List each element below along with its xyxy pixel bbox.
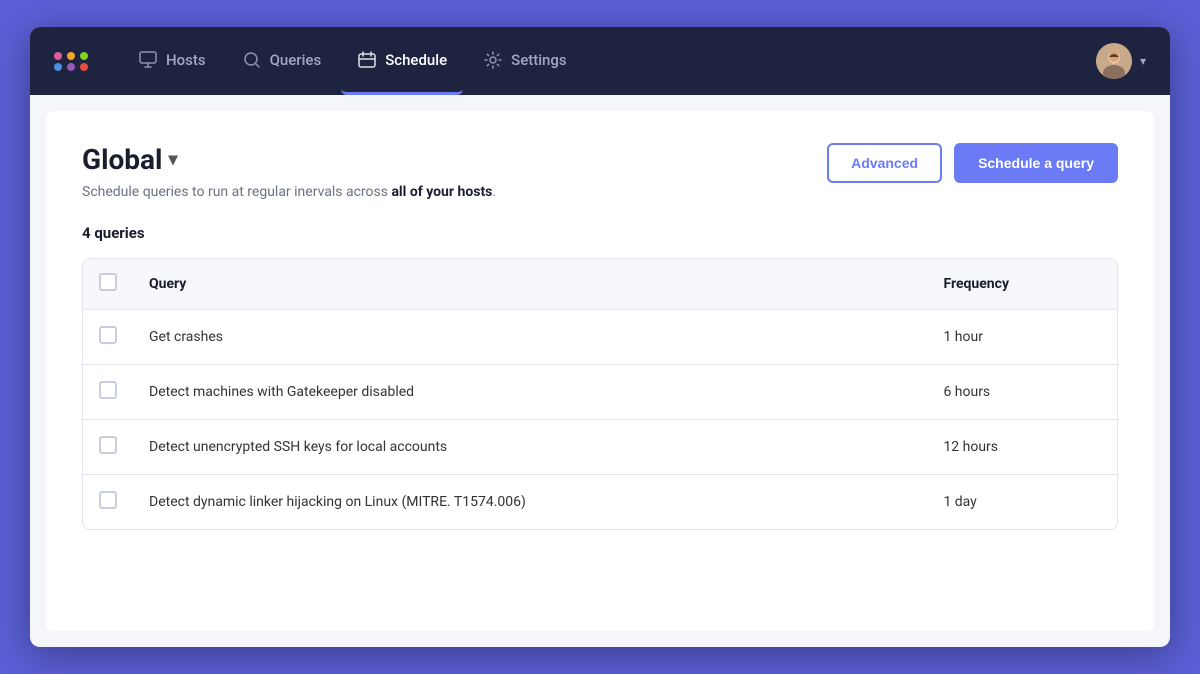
queries-count: 4 queries	[82, 224, 1118, 242]
row-checkbox-cell	[83, 475, 133, 530]
title-chevron-icon: ▾	[168, 149, 177, 170]
row-checkbox[interactable]	[99, 381, 117, 399]
table-header-row: Query Frequency	[83, 259, 1117, 310]
subtitle-prefix: Schedule queries to run at regular inerv…	[82, 184, 391, 200]
row-checkbox[interactable]	[99, 326, 117, 344]
avatar-image	[1096, 43, 1132, 79]
row-checkbox[interactable]	[99, 491, 117, 509]
queries-table-container: Query Frequency Get crashes 1 hour Detec…	[82, 258, 1118, 530]
nav-right: ▾	[1096, 43, 1146, 79]
col-checkbox-header	[83, 259, 133, 310]
nav-label-settings: Settings	[511, 51, 567, 69]
col-query-header: Query	[133, 259, 927, 310]
nav-item-settings[interactable]: Settings	[467, 27, 583, 95]
nav-label-queries: Queries	[270, 51, 322, 69]
page-title-text: Global	[82, 143, 162, 176]
navbar: Hosts Queries Schedule	[30, 27, 1170, 95]
row-frequency: 12 hours	[927, 420, 1117, 475]
nav-item-schedule[interactable]: Schedule	[341, 27, 463, 95]
hosts-icon	[138, 50, 158, 70]
main-content: Global ▾ Schedule queries to run at regu…	[46, 111, 1154, 631]
page-title-group: Global ▾ Schedule queries to run at regu…	[82, 143, 496, 200]
row-frequency: 1 hour	[927, 310, 1117, 365]
settings-icon	[483, 50, 503, 70]
schedule-query-button[interactable]: Schedule a query	[954, 143, 1118, 183]
row-checkbox-cell	[83, 310, 133, 365]
subtitle-bold: all of your hosts	[391, 184, 492, 200]
row-query-name[interactable]: Detect unencrypted SSH keys for local ac…	[133, 420, 927, 475]
logo-dot-2	[67, 52, 75, 60]
row-checkbox-cell	[83, 365, 133, 420]
table-body: Get crashes 1 hour Detect machines with …	[83, 310, 1117, 530]
col-frequency-header: Frequency	[927, 259, 1117, 310]
table-row: Get crashes 1 hour	[83, 310, 1117, 365]
advanced-button[interactable]: Advanced	[827, 143, 942, 183]
avatar[interactable]	[1096, 43, 1132, 79]
table-row: Detect unencrypted SSH keys for local ac…	[83, 420, 1117, 475]
header-actions: Advanced Schedule a query	[827, 143, 1118, 183]
nav-label-hosts: Hosts	[166, 51, 206, 69]
logo-dot-3	[80, 52, 88, 60]
table-row: Detect dynamic linker hijacking on Linux…	[83, 475, 1117, 530]
queries-table: Query Frequency Get crashes 1 hour Detec…	[83, 259, 1117, 529]
subtitle-suffix: .	[492, 184, 496, 200]
table-row: Detect machines with Gatekeeper disabled…	[83, 365, 1117, 420]
nav-label-schedule: Schedule	[385, 51, 447, 69]
row-query-name[interactable]: Detect machines with Gatekeeper disabled	[133, 365, 927, 420]
row-checkbox-cell	[83, 420, 133, 475]
logo-dot-6	[80, 63, 88, 71]
select-all-checkbox[interactable]	[99, 273, 117, 291]
nav-items: Hosts Queries Schedule	[122, 27, 1096, 95]
logo-dot-4	[54, 63, 62, 71]
app-logo	[54, 52, 90, 71]
logo-dot-1	[54, 52, 62, 60]
page-title[interactable]: Global ▾	[82, 143, 496, 176]
page-subtitle: Schedule queries to run at regular inerv…	[82, 184, 496, 200]
queries-icon	[242, 50, 262, 70]
page-header: Global ▾ Schedule queries to run at regu…	[82, 143, 1118, 200]
user-menu-chevron[interactable]: ▾	[1140, 54, 1146, 68]
row-frequency: 1 day	[927, 475, 1117, 530]
row-query-name[interactable]: Detect dynamic linker hijacking on Linux…	[133, 475, 927, 530]
row-query-name[interactable]: Get crashes	[133, 310, 927, 365]
row-frequency: 6 hours	[927, 365, 1117, 420]
app-window: Hosts Queries Schedule	[30, 27, 1170, 647]
nav-item-hosts[interactable]: Hosts	[122, 27, 222, 95]
nav-item-queries[interactable]: Queries	[226, 27, 338, 95]
logo-dot-5	[67, 63, 75, 71]
row-checkbox[interactable]	[99, 436, 117, 454]
schedule-icon	[357, 50, 377, 70]
